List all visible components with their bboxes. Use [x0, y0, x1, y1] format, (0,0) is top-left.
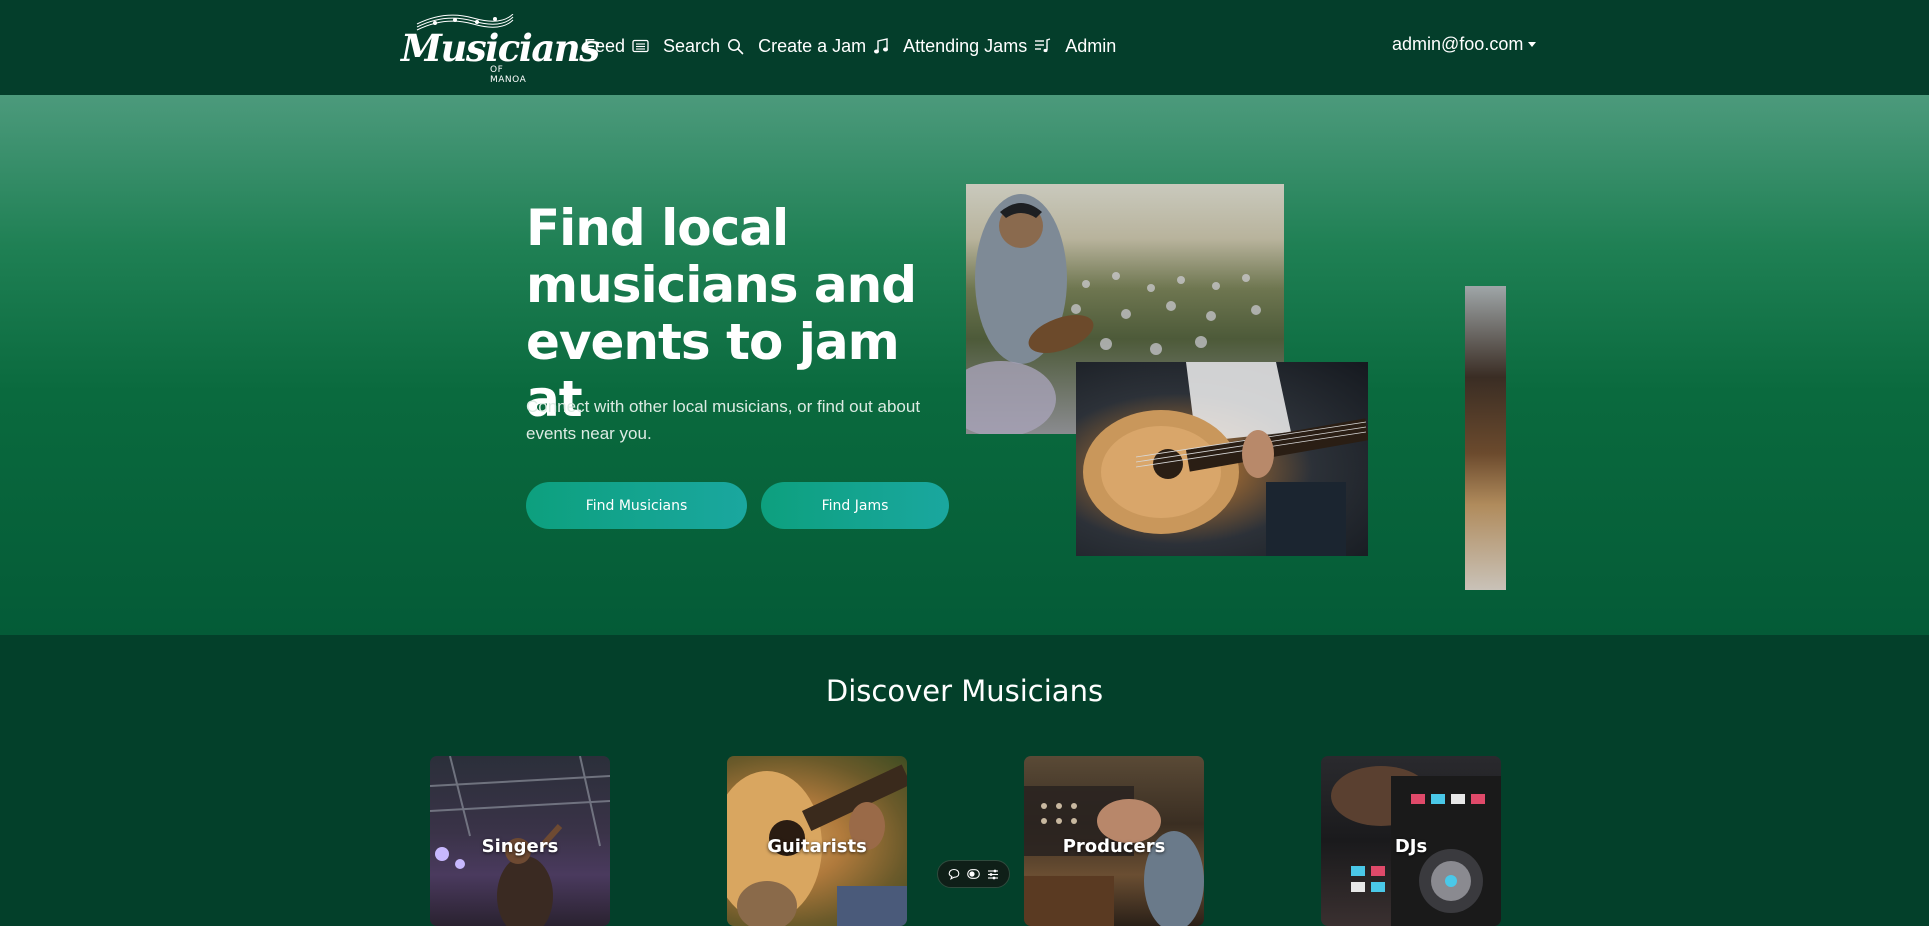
hero-photo-guitarist [1076, 362, 1368, 556]
hero-subtitle: Connect with other local musicians, or f… [526, 397, 921, 443]
user-email: admin@foo.com [1392, 34, 1524, 54]
brand-logo[interactable]: Musicians OF MANOA [401, 14, 600, 85]
playlist-icon [1035, 38, 1051, 53]
nav-item-label: Search [663, 35, 721, 56]
nav-item-admin[interactable]: Admin [1065, 36, 1116, 57]
hero-photo-partial [1465, 286, 1506, 590]
nav-item-attending-jams[interactable]: Attending Jams [903, 36, 1051, 57]
navbar: Musicians OF MANOA Feed Search Create a … [0, 0, 1929, 95]
music-note-icon [874, 37, 889, 53]
chat-bubble-icon[interactable] [948, 868, 960, 880]
category-card-guitarists[interactable]: Guitarists [727, 756, 907, 926]
search-icon [728, 38, 744, 54]
discover-title: Discover Musicians [825, 674, 1104, 708]
find-musicians-button[interactable]: Find Musicians [526, 482, 747, 529]
card-label: DJs [1394, 836, 1428, 857]
user-dropdown[interactable]: admin@foo.com [1392, 34, 1537, 55]
feed-icon [632, 39, 649, 53]
nav-item-create-jam[interactable]: Create a Jam [758, 36, 889, 57]
nav-item-label: Create a Jam [758, 35, 867, 56]
logo-subtext: OF MANOA [490, 65, 527, 85]
card-label: Singers [481, 836, 559, 857]
nav-item-feed[interactable]: Feed [584, 36, 649, 57]
category-card-singers[interactable]: Singers [430, 756, 610, 926]
nav-item-label: Attending Jams [903, 35, 1028, 56]
card-label: Producers [1062, 836, 1166, 857]
caret-down-icon [1528, 42, 1537, 47]
logo-text: Musicians [401, 26, 600, 70]
floating-toolbar [937, 860, 1010, 888]
nav-links: Feed Search Create a Jam Attending Jams … [584, 34, 1130, 58]
category-card-producers[interactable]: Producers [1024, 756, 1204, 926]
nav-item-search[interactable]: Search [663, 36, 744, 57]
nav-item-label: Admin [1065, 35, 1117, 56]
sliders-icon[interactable] [987, 869, 999, 880]
nav-item-label: Feed [584, 35, 626, 56]
category-card-djs[interactable]: DJs [1321, 756, 1501, 926]
toggle-icon[interactable] [967, 869, 980, 879]
card-label: Guitarists [767, 836, 867, 857]
photo-illustration [1083, 362, 1368, 556]
find-jams-button[interactable]: Find Jams [761, 482, 949, 529]
